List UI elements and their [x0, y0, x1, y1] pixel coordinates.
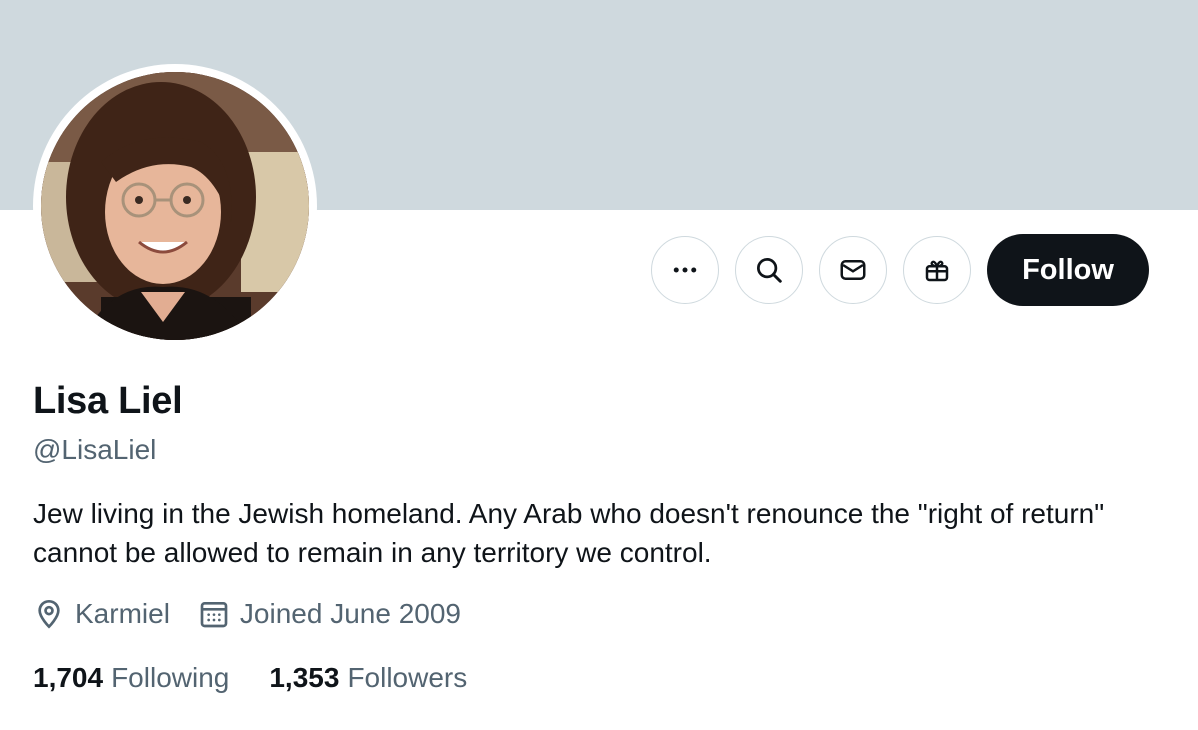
- following-count: 1,704: [33, 662, 104, 693]
- search-icon: [757, 258, 782, 283]
- avatar[interactable]: [41, 72, 309, 340]
- gift-icon: [925, 260, 949, 282]
- user-handle: @LisaLiel: [33, 434, 157, 465]
- profile-actions: Follow: [651, 234, 1149, 306]
- profile-page: Follow Lisa Liel @LisaLiel Jew living in…: [0, 0, 1198, 730]
- message-button[interactable]: [819, 236, 887, 304]
- join-date: Joined June 2009: [198, 598, 461, 630]
- more-icon: [673, 267, 697, 273]
- profile-stats: 1,704 Following 1,353 Followers: [33, 662, 507, 694]
- followers-label: Followers: [347, 662, 468, 693]
- avatar-photo: [41, 72, 309, 340]
- profile-bio: Jew living in the Jewish homeland. Any A…: [33, 498, 1105, 568]
- avatar-ring: [33, 64, 317, 348]
- search-button[interactable]: [735, 236, 803, 304]
- following-label: Following: [111, 662, 230, 693]
- more-button[interactable]: [651, 236, 719, 304]
- location-text: Karmiel: [75, 598, 170, 629]
- location: Karmiel: [33, 598, 170, 630]
- join-date-text: Joined June 2009: [239, 598, 461, 629]
- follow-button[interactable]: Follow: [987, 234, 1149, 306]
- message-icon: [840, 260, 866, 280]
- calendar-icon: [200, 602, 228, 628]
- gift-button[interactable]: [903, 236, 971, 304]
- display-name: Lisa Liel: [33, 380, 183, 422]
- followers-link[interactable]: 1,353 Followers: [269, 662, 467, 694]
- followers-count: 1,353: [269, 662, 340, 693]
- profile-meta: Karmiel Joined June 2009: [33, 598, 489, 630]
- location-pin-icon: [38, 599, 60, 629]
- following-link[interactable]: 1,704 Following: [33, 662, 229, 694]
